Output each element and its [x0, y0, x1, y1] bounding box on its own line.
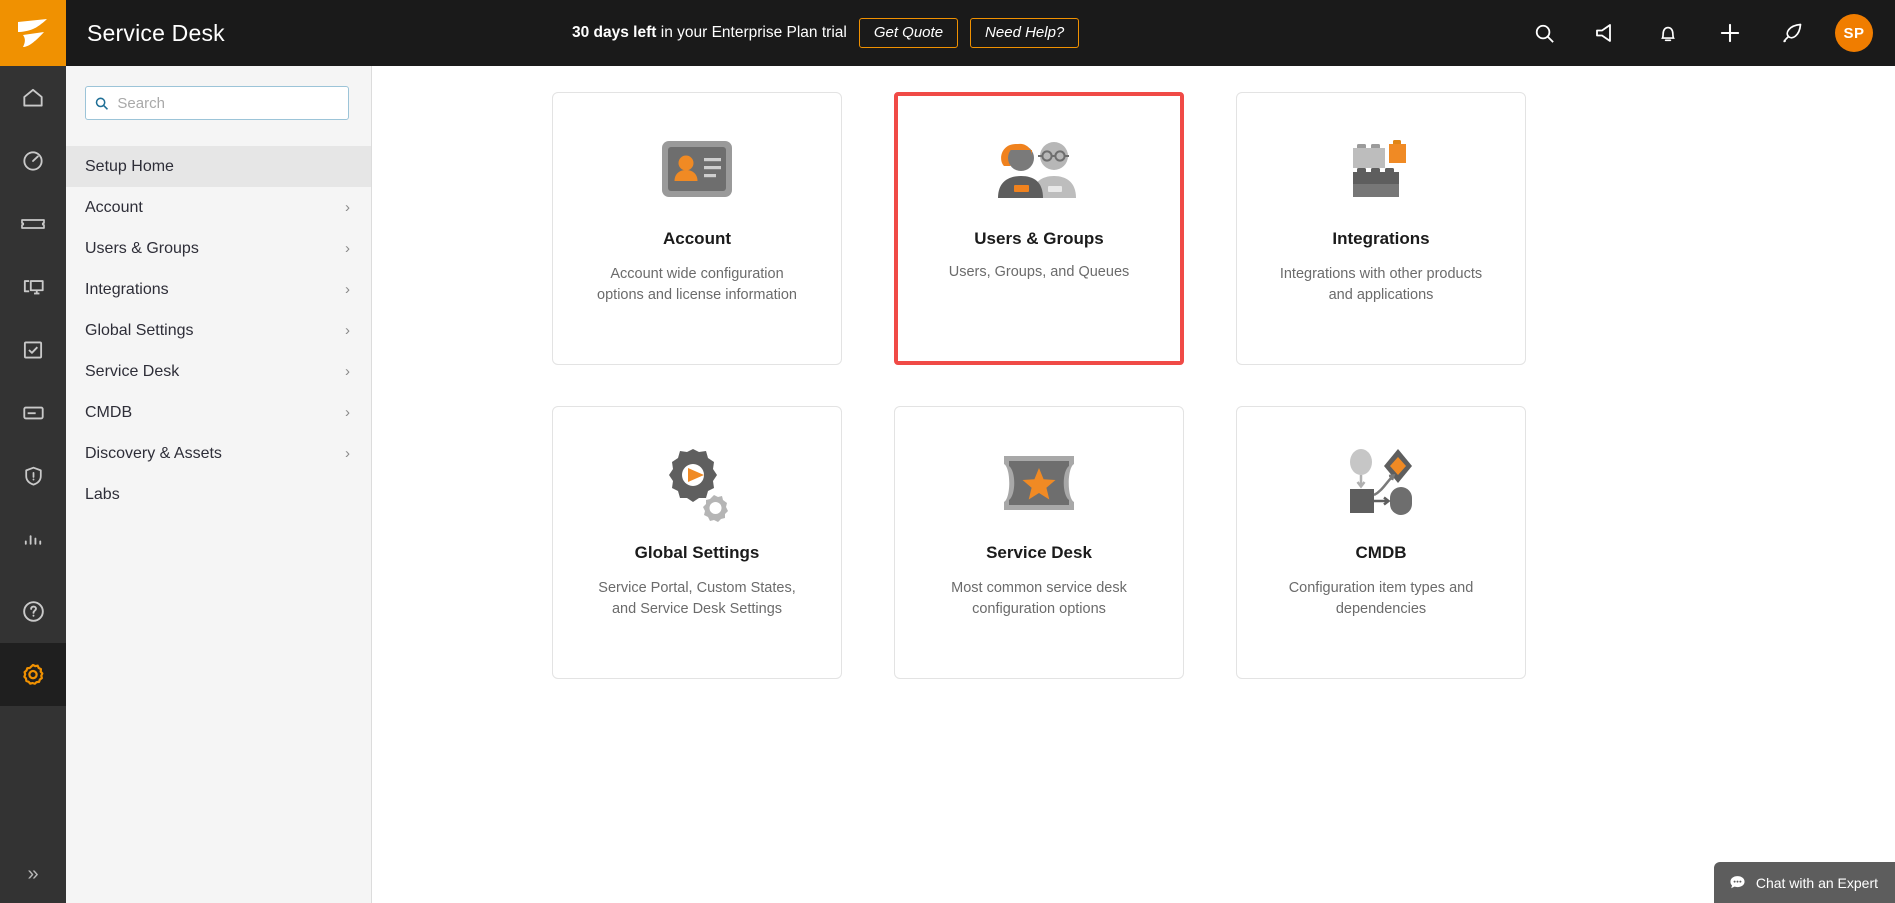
card-description: Most common service desk configuration o…	[951, 580, 1127, 617]
search-icon	[95, 97, 109, 110]
card-description: Integrations with other products and app…	[1279, 266, 1483, 303]
sidebar-item-integrations[interactable]: Integrations ›	[66, 269, 371, 310]
sidebar-item-label: CMDB	[85, 403, 133, 421]
need-help-button[interactable]: Need Help?	[970, 18, 1080, 48]
sidebar-item-label: Discovery & Assets	[85, 444, 222, 462]
card-service-desk[interactable]: Service Desk Most common service desk co…	[894, 406, 1184, 679]
tasks-checkbox-icon	[23, 340, 43, 359]
setup-home-content: Account Account wide configuration optio…	[373, 66, 1895, 903]
sidebar-item-label: Labs	[85, 485, 120, 503]
page-title: Service Desk	[87, 19, 225, 46]
sidebar-item-label: Service Desk	[85, 362, 180, 380]
nav-risk[interactable]	[0, 444, 66, 507]
rail-expand-button[interactable]: »	[0, 845, 66, 903]
nav-reports[interactable]	[0, 507, 66, 570]
nav-home[interactable]	[0, 66, 66, 129]
search-input[interactable]	[117, 94, 340, 112]
dashboard-gauge-icon	[23, 150, 43, 171]
reports-bars-icon	[24, 534, 41, 545]
sidebar-item-label: Integrations	[85, 280, 169, 298]
trial-message: 30 days left in your Enterprise Plan tri…	[572, 24, 847, 42]
help-circle-icon	[22, 601, 44, 622]
plus-icon[interactable]	[1699, 0, 1761, 66]
announcement-icon[interactable]	[1575, 0, 1637, 66]
chevron-right-icon: ›	[345, 240, 350, 257]
setup-sidebar: Setup Home Account › Users & Groups › In…	[66, 66, 372, 903]
chevron-right-icon: ›	[345, 445, 350, 462]
gears-play-icon	[657, 435, 737, 531]
card-cmdb[interactable]: CMDB Configuration item types and depend…	[1236, 406, 1526, 679]
card-integrations[interactable]: Integrations Integrations with other pro…	[1236, 92, 1526, 365]
card-description: Account wide configuration options and l…	[597, 266, 797, 303]
nav-cards[interactable]	[0, 381, 66, 444]
sidebar-item-label: Users & Groups	[85, 239, 199, 257]
trial-days: 30 days left	[572, 24, 657, 41]
search-container	[66, 66, 371, 120]
sidebar-item-service-desk[interactable]: Service Desk ›	[66, 351, 371, 392]
card-description: Service Portal, Custom States, and Servi…	[598, 580, 796, 617]
rocket-icon[interactable]	[1761, 0, 1823, 66]
sidebar-item-discovery-assets[interactable]: Discovery & Assets ›	[66, 433, 371, 474]
sidebar-item-global-settings[interactable]: Global Settings ›	[66, 310, 371, 351]
card-users-groups[interactable]: Users & Groups Users, Groups, and Queues	[894, 92, 1184, 365]
chevron-right-icon: ›	[345, 404, 350, 421]
nav-dashboard[interactable]	[0, 129, 66, 192]
setup-menu: Setup Home Account › Users & Groups › In…	[66, 146, 371, 515]
card-title: CMDB	[1355, 543, 1407, 562]
bell-icon[interactable]	[1637, 0, 1699, 66]
card-global-settings[interactable]: Global Settings Service Portal, Custom S…	[552, 406, 842, 679]
card-description: Users, Groups, and Queues	[948, 264, 1130, 280]
chevron-right-icon: ›	[345, 363, 350, 380]
card-title: Integrations	[1332, 229, 1430, 248]
sidebar-item-account[interactable]: Account ›	[66, 187, 371, 228]
search-box[interactable]	[85, 86, 349, 120]
ticket-icon	[21, 218, 45, 229]
card-title: Account	[663, 229, 731, 248]
card-icon	[22, 406, 44, 419]
app-logo[interactable]	[0, 0, 66, 66]
sidebar-item-labs[interactable]: Labs	[66, 474, 371, 515]
chat-bubble-icon	[1730, 876, 1745, 889]
sidebar-item-users-groups[interactable]: Users & Groups ›	[66, 228, 371, 269]
chevron-right-icon: ›	[345, 322, 350, 339]
trial-banner: 30 days left in your Enterprise Plan tri…	[572, 0, 1080, 66]
solarwinds-logo-icon	[18, 19, 47, 47]
shield-alert-icon	[24, 466, 42, 486]
building-blocks-icon	[1341, 121, 1421, 217]
chevron-right-icon: ›	[345, 281, 350, 298]
header-actions: SP	[1513, 0, 1873, 66]
ticket-star-icon	[998, 435, 1080, 531]
devices-icon	[23, 279, 44, 294]
top-header: Service Desk 30 days left in your Enterp…	[0, 0, 1895, 66]
nav-devices[interactable]	[0, 255, 66, 318]
nav-rail: »	[0, 66, 66, 903]
get-quote-button[interactable]: Get Quote	[858, 18, 959, 48]
card-title: Global Settings	[634, 543, 760, 562]
users-group-icon	[992, 121, 1086, 217]
card-description: Configuration item types and dependencie…	[1288, 580, 1474, 617]
gear-icon	[23, 663, 44, 685]
id-card-icon	[659, 121, 735, 217]
sidebar-item-label: Setup Home	[85, 157, 174, 175]
sidebar-item-label: Global Settings	[85, 321, 194, 339]
nav-settings[interactable]	[0, 643, 66, 706]
sidebar-item-setup-home[interactable]: Setup Home	[66, 146, 371, 187]
sidebar-item-label: Account	[85, 198, 143, 216]
nav-tickets[interactable]	[0, 192, 66, 255]
nav-tasks[interactable]	[0, 318, 66, 381]
card-title: Service Desk	[986, 543, 1092, 562]
search-icon[interactable]	[1513, 0, 1575, 66]
chat-label: Chat with an Expert	[1755, 874, 1878, 891]
card-title: Users & Groups	[974, 229, 1104, 248]
chat-with-expert-button[interactable]: Chat with an Expert	[1713, 862, 1895, 903]
home-icon	[23, 88, 43, 107]
sidebar-item-cmdb[interactable]: CMDB ›	[66, 392, 371, 433]
card-account[interactable]: Account Account wide configuration optio…	[552, 92, 842, 365]
trial-message-rest: in your Enterprise Plan trial	[656, 24, 847, 41]
setup-card-grid: Account Account wide configuration optio…	[373, 66, 1895, 679]
nav-help[interactable]	[0, 580, 66, 643]
cmdb-nodes-icon	[1340, 435, 1422, 531]
chevron-right-icon: ›	[345, 199, 350, 216]
avatar[interactable]: SP	[1835, 14, 1873, 52]
